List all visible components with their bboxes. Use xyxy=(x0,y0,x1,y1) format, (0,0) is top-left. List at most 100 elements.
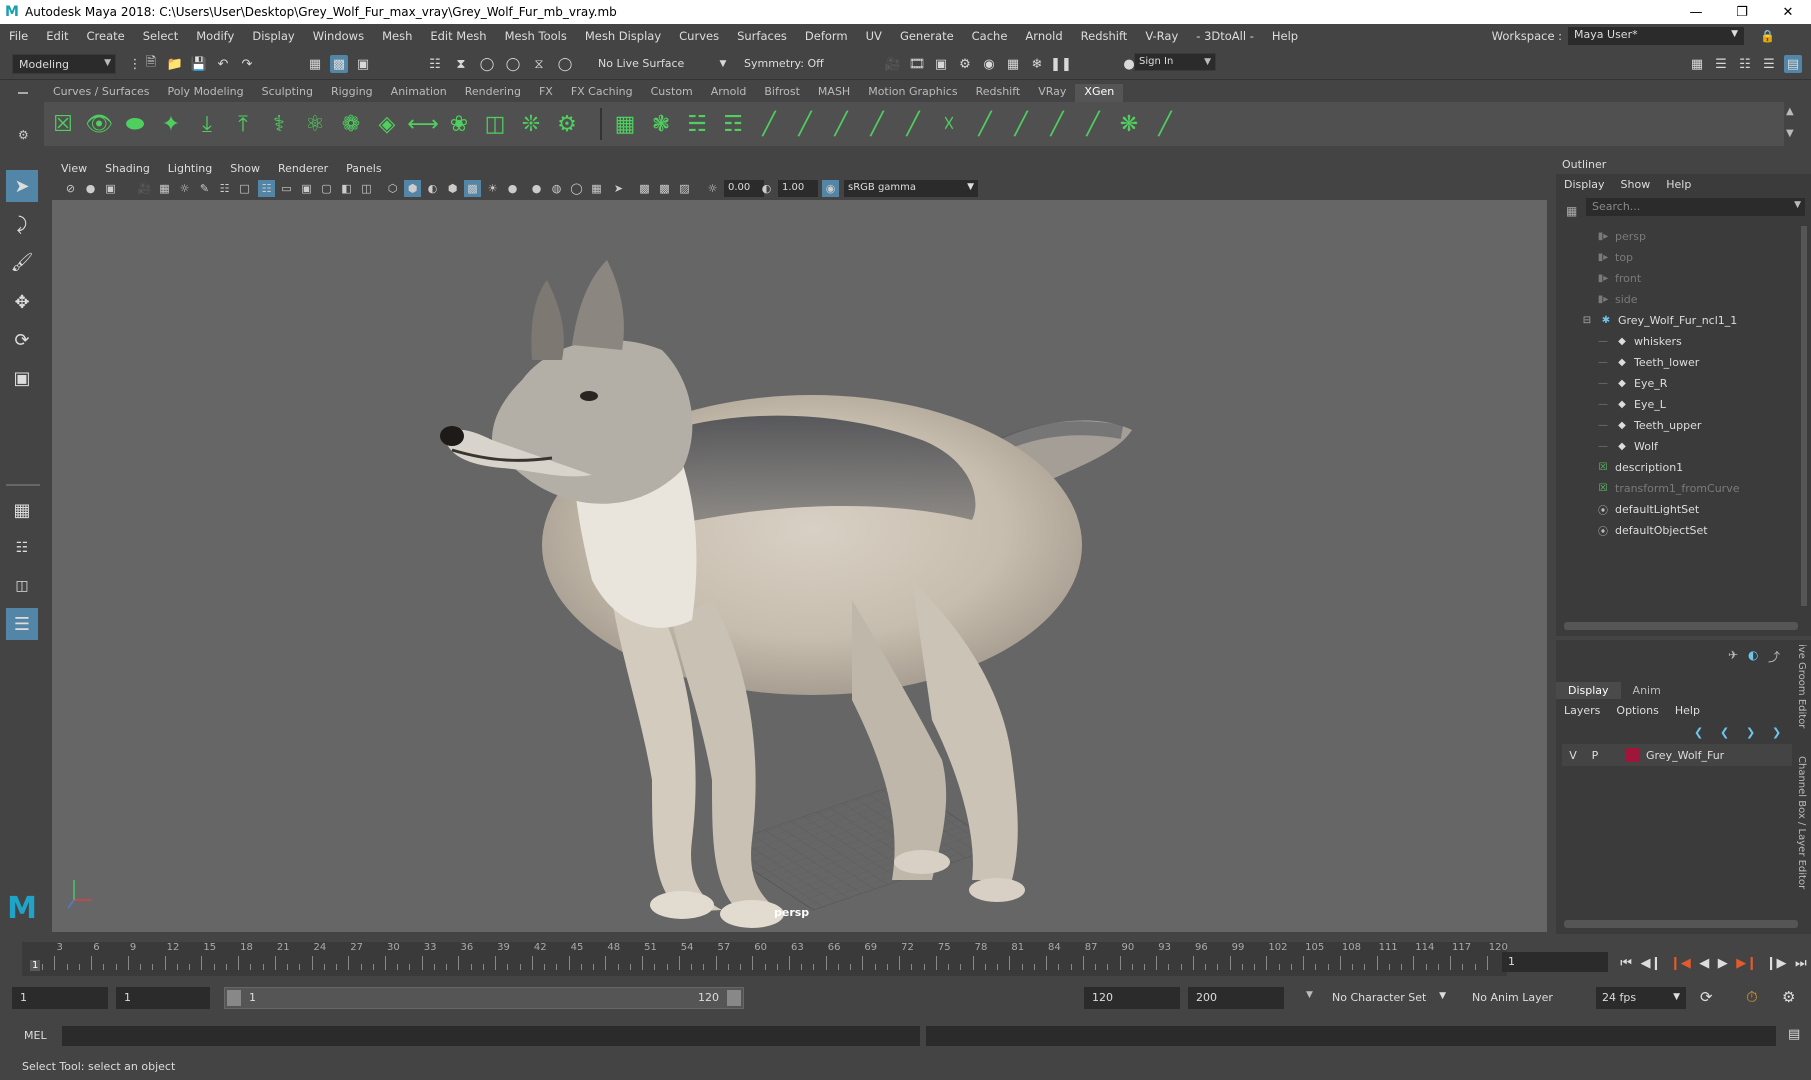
xgen-clumping-icon[interactable]: ⚙ xyxy=(552,109,582,139)
groom-clump-icon[interactable]: ☓ xyxy=(934,109,964,139)
shelf-collapse-icon[interactable] xyxy=(18,92,28,94)
render-view-icon[interactable]: ▦ xyxy=(1004,55,1022,73)
tab-redshift[interactable]: Redshift xyxy=(967,84,1030,102)
layer-menu-options[interactable]: Options xyxy=(1608,704,1666,717)
menu-cache[interactable]: Cache xyxy=(963,29,1017,43)
outliner-item-transform1[interactable]: ☒ transform1_fromCurve xyxy=(1596,478,1740,498)
undo-icon[interactable]: ↶ xyxy=(214,55,232,73)
new-layer-selected-icon[interactable]: ❯ xyxy=(1772,726,1781,739)
gamma-icon[interactable]: ◐ xyxy=(758,180,775,197)
attribute-editor-icon[interactable]: ☰ xyxy=(1712,55,1730,73)
tab-anim[interactable]: Anim xyxy=(1621,682,1673,699)
menu-create[interactable]: Create xyxy=(78,29,134,43)
go-to-end-icon[interactable]: ⏭ xyxy=(1795,956,1807,971)
menu-surfaces[interactable]: Surfaces xyxy=(728,29,796,43)
menu-mesh[interactable]: Mesh xyxy=(373,29,421,43)
tab-fx[interactable]: FX xyxy=(530,84,562,102)
chevron-down-icon[interactable]: ▼ xyxy=(714,55,732,73)
chevron-down-icon[interactable]: ▼ xyxy=(1306,990,1313,1000)
lock-icon[interactable]: 🔒 xyxy=(1760,29,1775,43)
wireframe-on-shaded-icon[interactable]: ⬢ xyxy=(444,180,461,197)
menu-help[interactable]: Help xyxy=(1263,29,1307,43)
select-component-icon[interactable]: ▣ xyxy=(354,55,372,73)
shelf-scroll-up-icon[interactable]: ▲ xyxy=(1786,106,1794,117)
current-time-indicator[interactable]: 1 xyxy=(30,960,41,971)
anti-aliasing-icon[interactable]: ◯ xyxy=(568,180,585,197)
groom-part-icon[interactable]: ╱ xyxy=(970,109,1000,139)
animation-preferences-icon[interactable]: ⚙ xyxy=(1782,988,1795,1006)
view-transform-dropdown[interactable]: sRGB gamma ▼ xyxy=(844,180,978,197)
2d-pan-zoom-icon[interactable]: ☼ xyxy=(176,180,193,197)
tab-rigging[interactable]: Rigging xyxy=(322,84,382,102)
layer-row-grey-wolf-fur[interactable]: V P Grey_Wolf_Fur xyxy=(1562,744,1792,766)
menu-3dtoall[interactable]: - 3DtoAll - xyxy=(1187,29,1263,43)
menu-uv[interactable]: UV xyxy=(857,29,891,43)
interactive-groom-icon[interactable]: ▦ xyxy=(610,109,640,139)
textured-icon[interactable]: ▩ xyxy=(464,180,481,197)
grease-pencil-icon[interactable]: ✎ xyxy=(196,180,213,197)
outliner-item-wolf[interactable]: — ◆ Wolf xyxy=(1596,436,1658,456)
loop-icon[interactable]: ⟳ xyxy=(1700,988,1713,1006)
shelf-scroll-down-icon[interactable]: ▼ xyxy=(1786,128,1794,139)
channel-box-icon[interactable]: ☰ xyxy=(1760,55,1778,73)
tab-mash[interactable]: MASH xyxy=(809,84,859,102)
anim-layer-dropdown[interactable]: No Anim Layer xyxy=(1466,987,1576,1009)
viewport-menu-lighting[interactable]: Lighting xyxy=(159,162,221,175)
paint-select-tool-icon[interactable]: 🖌 xyxy=(6,246,38,278)
tab-xgen[interactable]: XGen xyxy=(1075,84,1124,102)
xgen-sculpt-icon[interactable]: ❊ xyxy=(516,109,546,139)
step-back-frame-icon[interactable]: ❙◀ xyxy=(1670,956,1691,971)
layer-horizontal-scrollbar[interactable] xyxy=(1564,920,1798,928)
layer-editor-icon[interactable]: ▤ xyxy=(1784,55,1802,73)
bookmarks-icon[interactable]: 🎥 xyxy=(136,180,153,197)
menu-display[interactable]: Display xyxy=(243,29,303,43)
gear-icon[interactable]: ⚙ xyxy=(18,128,29,142)
ipr-render-icon[interactable]: ▣ xyxy=(932,55,950,73)
hypershade-icon[interactable]: ◉ xyxy=(980,55,998,73)
menu-arnold[interactable]: Arnold xyxy=(1016,29,1071,43)
outliner-menu-display[interactable]: Display xyxy=(1556,178,1613,191)
collapse-icon[interactable]: ⊟ xyxy=(1580,314,1594,326)
select-hierarchy-icon[interactable]: ▦ xyxy=(306,55,324,73)
redo-icon[interactable]: ↷ xyxy=(238,55,256,73)
grid-icon[interactable]: ☷ xyxy=(216,180,233,197)
menu-select[interactable]: Select xyxy=(134,29,187,43)
rotate-tool-icon[interactable]: ⟳ xyxy=(6,324,38,356)
motion-blur-icon[interactable]: ◍ xyxy=(548,180,565,197)
xray-icon[interactable]: ▩ xyxy=(636,180,653,197)
groom-comb-icon[interactable]: ╱ xyxy=(754,109,784,139)
animation-end-field[interactable]: 200 xyxy=(1188,987,1284,1009)
outliner-item-teeth-upper[interactable]: — ◆ Teeth_upper xyxy=(1596,415,1701,435)
outliner-item-default-object-set[interactable]: ⦿ defaultObjectSet xyxy=(1596,520,1708,540)
outliner-item-front[interactable]: ▮▸ front xyxy=(1596,268,1641,288)
tab-motion-graphics[interactable]: Motion Graphics xyxy=(859,84,966,102)
tab-custom[interactable]: Custom xyxy=(642,84,702,102)
snap-live-icon[interactable]: ◯ xyxy=(556,55,574,73)
menu-windows[interactable]: Windows xyxy=(304,29,373,43)
xgen-add-guide-icon[interactable]: ⤓ xyxy=(192,109,222,139)
snap-view-icon[interactable]: ◯ xyxy=(504,55,522,73)
render-sequence-icon[interactable]: 🎞 xyxy=(908,55,926,73)
groom-mask-icon[interactable]: ╱ xyxy=(1042,109,1072,139)
select-tool-icon[interactable]: ➤ xyxy=(6,170,38,202)
interactive-groom-editor-tab[interactable]: ive Groom Editor xyxy=(1796,644,1807,728)
move-tool-icon[interactable]: ✥ xyxy=(6,286,38,318)
sign-in-dropdown[interactable]: Sign In ▼ xyxy=(1134,53,1216,71)
groom-freeze-icon[interactable]: ╱ xyxy=(1006,109,1036,139)
menu-redshift[interactable]: Redshift xyxy=(1072,29,1137,43)
viewport-menu-shading[interactable]: Shading xyxy=(96,162,159,175)
filter-icon[interactable]: ▦ xyxy=(1566,204,1577,218)
xray-joints-icon[interactable]: ▩ xyxy=(656,180,673,197)
outliner-vertical-scrollbar[interactable] xyxy=(1801,226,1807,606)
menu-modify[interactable]: Modify xyxy=(187,29,243,43)
new-scene-icon[interactable]: 🗎 xyxy=(142,55,160,73)
xgen-create-description-icon[interactable]: ⬬ xyxy=(120,109,150,139)
film-gate-icon[interactable]: □ xyxy=(236,180,253,197)
playback-end-field[interactable]: 120 xyxy=(1084,987,1180,1009)
current-frame-field[interactable]: 1 xyxy=(1502,952,1608,972)
outliner-menu-help[interactable]: Help xyxy=(1658,178,1699,191)
go-to-start-icon[interactable]: ⏮ xyxy=(1620,956,1632,971)
safe-title-icon[interactable]: ◫ xyxy=(358,180,375,197)
playback-start-field[interactable]: 1 xyxy=(116,987,210,1009)
vray-render-icon[interactable]: ❄ xyxy=(1028,55,1046,73)
